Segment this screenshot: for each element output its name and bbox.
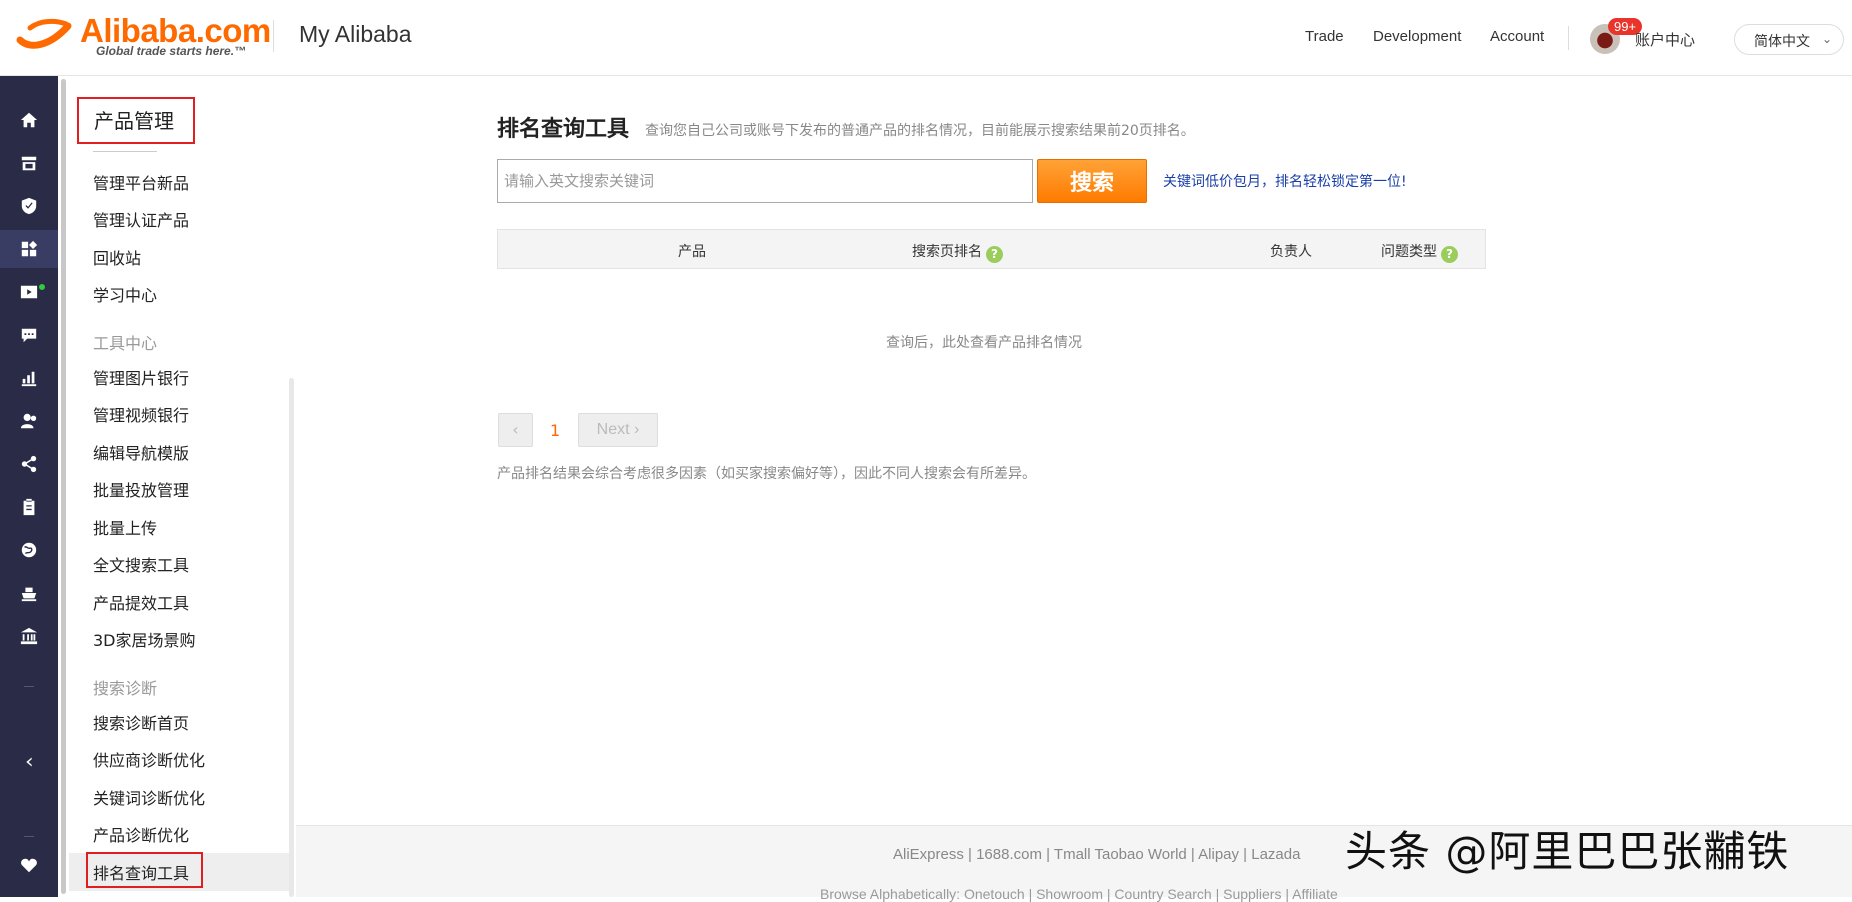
heart-icon — [21, 858, 37, 873]
chevron-down-icon: ⌄ — [1821, 32, 1832, 46]
video-icon — [20, 285, 38, 299]
rail-products[interactable] — [0, 230, 58, 268]
clipboard-icon — [23, 498, 35, 516]
search-button[interactable]: 搜索 — [1037, 159, 1147, 203]
menu-item-diagnosis-home[interactable]: 搜索诊断首页 — [93, 710, 189, 734]
rail-security[interactable] — [0, 187, 58, 225]
chart-icon — [21, 371, 37, 387]
menu-item-batch-upload[interactable]: 批量上传 — [93, 515, 157, 539]
rail-messages[interactable] — [0, 316, 58, 354]
online-status-dot — [38, 283, 46, 291]
alibaba-logo[interactable]: Alibaba.com Global trade starts here.™ — [16, 12, 271, 60]
column-header-owner: 负责人 — [1270, 244, 1312, 260]
rail-global[interactable] — [0, 531, 58, 569]
ship-icon — [21, 587, 37, 602]
rail-video[interactable] — [0, 273, 58, 311]
menu-item-efficiency-tool[interactable]: 产品提效工具 — [93, 590, 189, 614]
collapse-icon — [26, 757, 32, 767]
nav-trade[interactable]: Trade — [1305, 28, 1344, 45]
menu-item-video-bank[interactable]: 管理视频银行 — [93, 402, 189, 426]
page-description: 查询您自己公司或账号下发布的普通产品的排名情况，目前能展示搜索结果前20页排名。 — [645, 123, 1195, 139]
rail-divider — [24, 686, 34, 687]
nav-divider — [1568, 26, 1569, 50]
message-icon — [21, 328, 37, 343]
table-header: 产品 搜索页排名? 负责人 问题类型? — [497, 229, 1486, 269]
menu-item-learning-center[interactable]: 学习中心 — [93, 282, 157, 306]
bank-icon — [20, 627, 38, 645]
menu-scrollbar[interactable] — [289, 378, 294, 897]
menu-group-tools: 工具中心 — [93, 334, 158, 353]
menu-item-recycle-bin[interactable]: 回收站 — [93, 245, 141, 269]
rail-home[interactable] — [0, 101, 58, 139]
column-header-rank: 搜索页排名? — [912, 241, 1003, 263]
nav-account[interactable]: Account — [1490, 28, 1544, 45]
page-heading: My Alibaba — [299, 21, 412, 47]
column-header-product: 产品 — [678, 244, 706, 260]
current-page-number[interactable]: 1 — [550, 421, 560, 440]
menu-title-underline — [93, 151, 157, 152]
customers-icon — [20, 413, 37, 429]
footer-partner-links[interactable]: AliExpress | 1688.com | Tmall Taobao Wor… — [893, 846, 1300, 863]
menu-title: 产品管理 — [77, 97, 195, 144]
icon-rail — [0, 76, 58, 897]
rail-customers[interactable] — [0, 402, 58, 440]
language-select[interactable]: 简体中文 ⌄ — [1734, 24, 1844, 55]
menu-item-new-products[interactable]: 管理平台新品 — [93, 170, 189, 194]
header-divider — [273, 20, 274, 52]
search-input[interactable] — [497, 159, 1033, 203]
menu-item-ranking-tool[interactable]: 排名查询工具 — [93, 860, 189, 884]
globe-icon — [21, 542, 37, 558]
footer-browse-links[interactable]: Browse Alphabetically: Onetouch | Showro… — [820, 886, 1338, 902]
rail-store[interactable] — [0, 144, 58, 182]
menu-item-nav-template[interactable]: 编辑导航模版 — [93, 440, 189, 464]
rail-collapse[interactable] — [0, 743, 58, 781]
column-header-issue-type: 问题类型? — [1381, 241, 1458, 263]
column-header-issue-label: 问题类型 — [1381, 244, 1437, 260]
prev-page-button[interactable]: ‹ — [498, 413, 533, 447]
page-title: 排名查询工具 — [497, 117, 630, 142]
rail-orders[interactable] — [0, 488, 58, 526]
rail-analytics[interactable] — [0, 359, 58, 397]
menu-group-diagnosis: 搜索诊断 — [93, 679, 158, 698]
column-header-rank-label: 搜索页排名 — [912, 244, 982, 260]
menu-item-product-diagnosis[interactable]: 产品诊断优化 — [93, 822, 189, 846]
menu-item-batch-delivery[interactable]: 批量投放管理 — [93, 477, 189, 501]
share-icon — [21, 455, 37, 473]
menu-item-certified-products[interactable]: 管理认证产品 — [93, 207, 189, 231]
empty-state-text: 查询后，此处查看产品排名情况 — [886, 335, 1082, 351]
rail-share[interactable] — [0, 445, 58, 483]
top-header: Alibaba.com Global trade starts here.™ M… — [0, 0, 1852, 76]
menu-item-fulltext-search[interactable]: 全文搜索工具 — [93, 552, 189, 576]
keyword-promo-link[interactable]: 关键词低价包月，排名轻松锁定第一位! — [1163, 171, 1407, 191]
language-label: 简体中文 — [1754, 34, 1810, 50]
help-icon[interactable]: ? — [986, 246, 1003, 263]
rail-divider — [24, 836, 34, 837]
rail-finance[interactable] — [0, 617, 58, 655]
menu-item-supplier-diagnosis[interactable]: 供应商诊断优化 — [93, 747, 205, 771]
rail-favorites[interactable] — [0, 846, 58, 884]
next-page-button[interactable]: Next › — [578, 413, 658, 447]
menu-item-keyword-diagnosis[interactable]: 关键词诊断优化 — [93, 785, 205, 809]
help-icon[interactable]: ? — [1441, 246, 1458, 263]
watermark-text: 头条 @阿里巴巴张黼铁 — [1345, 827, 1790, 876]
store-icon — [21, 156, 37, 171]
ranking-disclaimer: 产品排名结果会综合考虑很多因素（如买家搜索偏好等），因此不同人搜索会有所差异。 — [497, 466, 1036, 482]
products-icon — [21, 240, 38, 257]
shield-icon — [21, 197, 37, 215]
alibaba-smile-icon — [16, 18, 72, 49]
logo-tagline: Global trade starts here.™ — [96, 44, 247, 58]
menu-item-image-bank[interactable]: 管理图片银行 — [93, 365, 189, 389]
menu-item-3d-scene[interactable]: 3D家居场景购 — [93, 627, 196, 651]
rail-logistics[interactable] — [0, 574, 58, 612]
nav-development[interactable]: Development — [1373, 28, 1461, 45]
home-icon — [20, 112, 38, 128]
account-center-link[interactable]: 账户中心 — [1635, 29, 1695, 50]
